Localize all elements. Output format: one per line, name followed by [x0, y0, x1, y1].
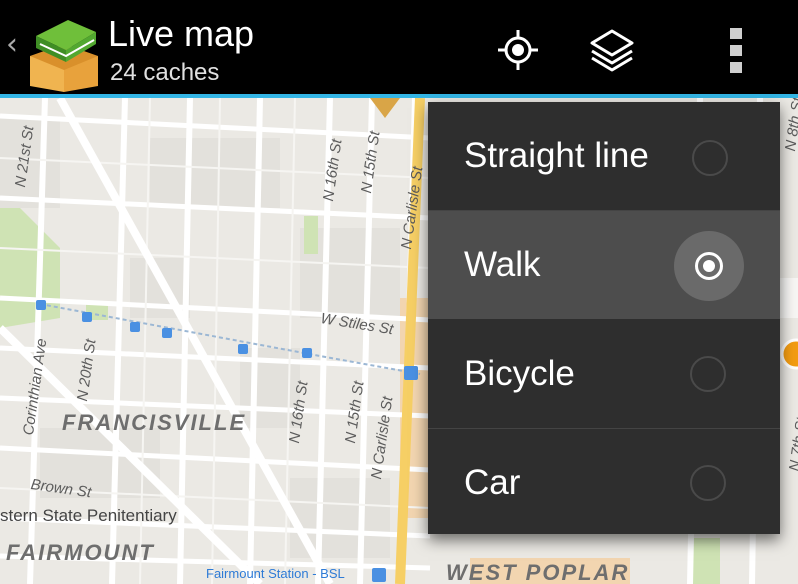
menu-item-car[interactable]: Car [428, 429, 780, 537]
menu-item-label: Walk [464, 245, 541, 284]
map-label-neighborhood: FAIRMOUNT [6, 540, 155, 565]
radio-unchecked-icon[interactable] [690, 465, 726, 501]
map-label-poi: stern State Penitentiary [0, 506, 177, 525]
radio-checked-icon[interactable] [695, 252, 723, 280]
menu-item-label: Bicycle [464, 354, 575, 393]
overflow-menu-button[interactable] [706, 20, 766, 80]
back-caret-icon[interactable]: ‹ [6, 30, 18, 60]
my-location-icon [498, 30, 538, 70]
routing-mode-menu: Straight line Walk Bicycle Car [428, 102, 780, 534]
menu-item-straight-line[interactable]: Straight line [428, 102, 780, 210]
page-subtitle: 24 caches [110, 59, 220, 86]
map-label-station: Fairmount Station - BSL [206, 566, 345, 581]
my-location-button[interactable] [488, 20, 548, 80]
app-logo-icon[interactable] [24, 14, 104, 94]
action-bar: ‹ Live map 24 caches [0, 0, 798, 98]
map-label-neighborhood: WEST POPLAR [446, 560, 630, 584]
overflow-menu-icon [730, 28, 742, 73]
radio-unchecked-icon[interactable] [692, 140, 728, 176]
menu-item-bicycle[interactable]: Bicycle [428, 320, 780, 428]
map-layers-button[interactable] [582, 20, 642, 80]
menu-item-label: Car [464, 463, 521, 502]
map-label-neighborhood: FRANCISVILLE [62, 410, 247, 435]
radio-unchecked-icon[interactable] [690, 356, 726, 392]
menu-item-walk[interactable]: Walk [428, 211, 780, 319]
map-layers-icon [590, 29, 634, 72]
page-title: Live map [108, 13, 255, 54]
menu-item-label: Straight line [464, 136, 649, 175]
